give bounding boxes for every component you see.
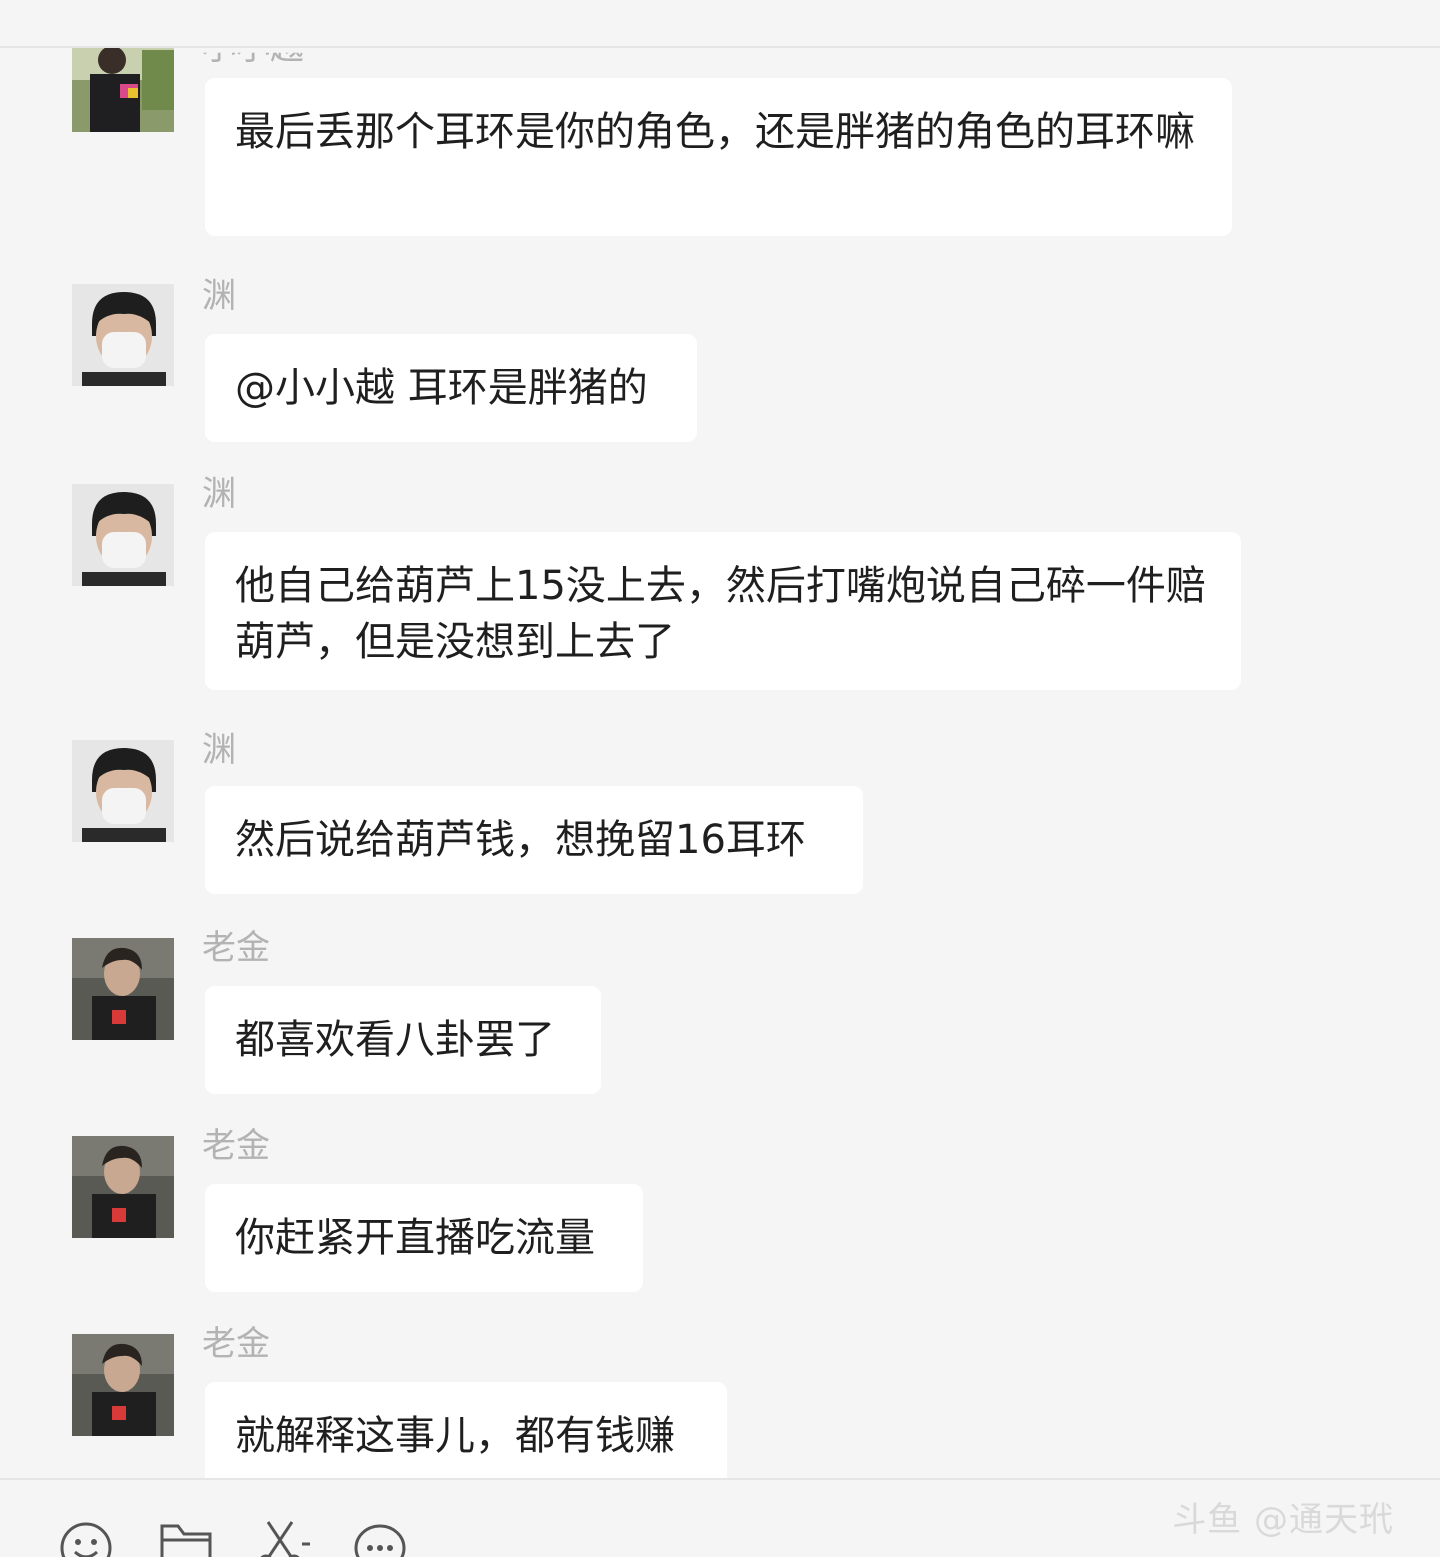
avatar[interactable]: [72, 1136, 174, 1238]
avatar[interactable]: [72, 1334, 174, 1436]
message-bubble[interactable]: 他自己给葫芦上15没上去，然后打嘴炮说自己碎一件赔葫芦，但是没想到上去了: [205, 532, 1241, 690]
chat-window: 小小越 最后丢那个耳环是你的角色，还是胖猪的角色的耳环嘛 渊 @小小越 耳环是胖…: [0, 0, 1440, 1557]
emoji-icon[interactable]: [58, 1518, 114, 1557]
folder-icon[interactable]: [158, 1518, 214, 1557]
avatar[interactable]: [72, 284, 174, 386]
avatar[interactable]: [72, 740, 174, 842]
chat-bubble-icon[interactable]: [352, 1518, 408, 1557]
message-bubble[interactable]: 最后丢那个耳环是你的角色，还是胖猪的角色的耳环嘛: [205, 78, 1232, 236]
scissors-icon[interactable]: [254, 1518, 310, 1557]
sender-name: 老金: [202, 928, 270, 968]
message-bubble[interactable]: 你赶紧开直播吃流量: [205, 1184, 643, 1292]
sender-name: 老金: [202, 1126, 270, 1166]
sender-name: 小小越: [202, 48, 304, 68]
title-bar: [0, 0, 1440, 48]
watermark: 斗鱼 @通天玳: [1172, 1500, 1394, 1540]
sender-name: 渊: [202, 474, 236, 514]
avatar[interactable]: [72, 484, 174, 586]
message-bubble[interactable]: 都喜欢看八卦罢了: [205, 986, 601, 1094]
message-list[interactable]: 小小越 最后丢那个耳环是你的角色，还是胖猪的角色的耳环嘛 渊 @小小越 耳环是胖…: [0, 48, 1440, 1478]
avatar[interactable]: [72, 48, 174, 132]
avatar[interactable]: [72, 938, 174, 1040]
message-bubble[interactable]: 就解释这事儿，都有钱赚: [205, 1382, 727, 1478]
sender-name: 老金: [202, 1324, 270, 1364]
message-bubble[interactable]: 然后说给葫芦钱，想挽留16耳环: [205, 786, 863, 894]
input-toolbar: 斗鱼 @通天玳: [0, 1478, 1440, 1557]
message-bubble[interactable]: @小小越 耳环是胖猪的: [205, 334, 697, 442]
sender-name: 渊: [202, 730, 236, 770]
sender-name: 渊: [202, 276, 236, 316]
